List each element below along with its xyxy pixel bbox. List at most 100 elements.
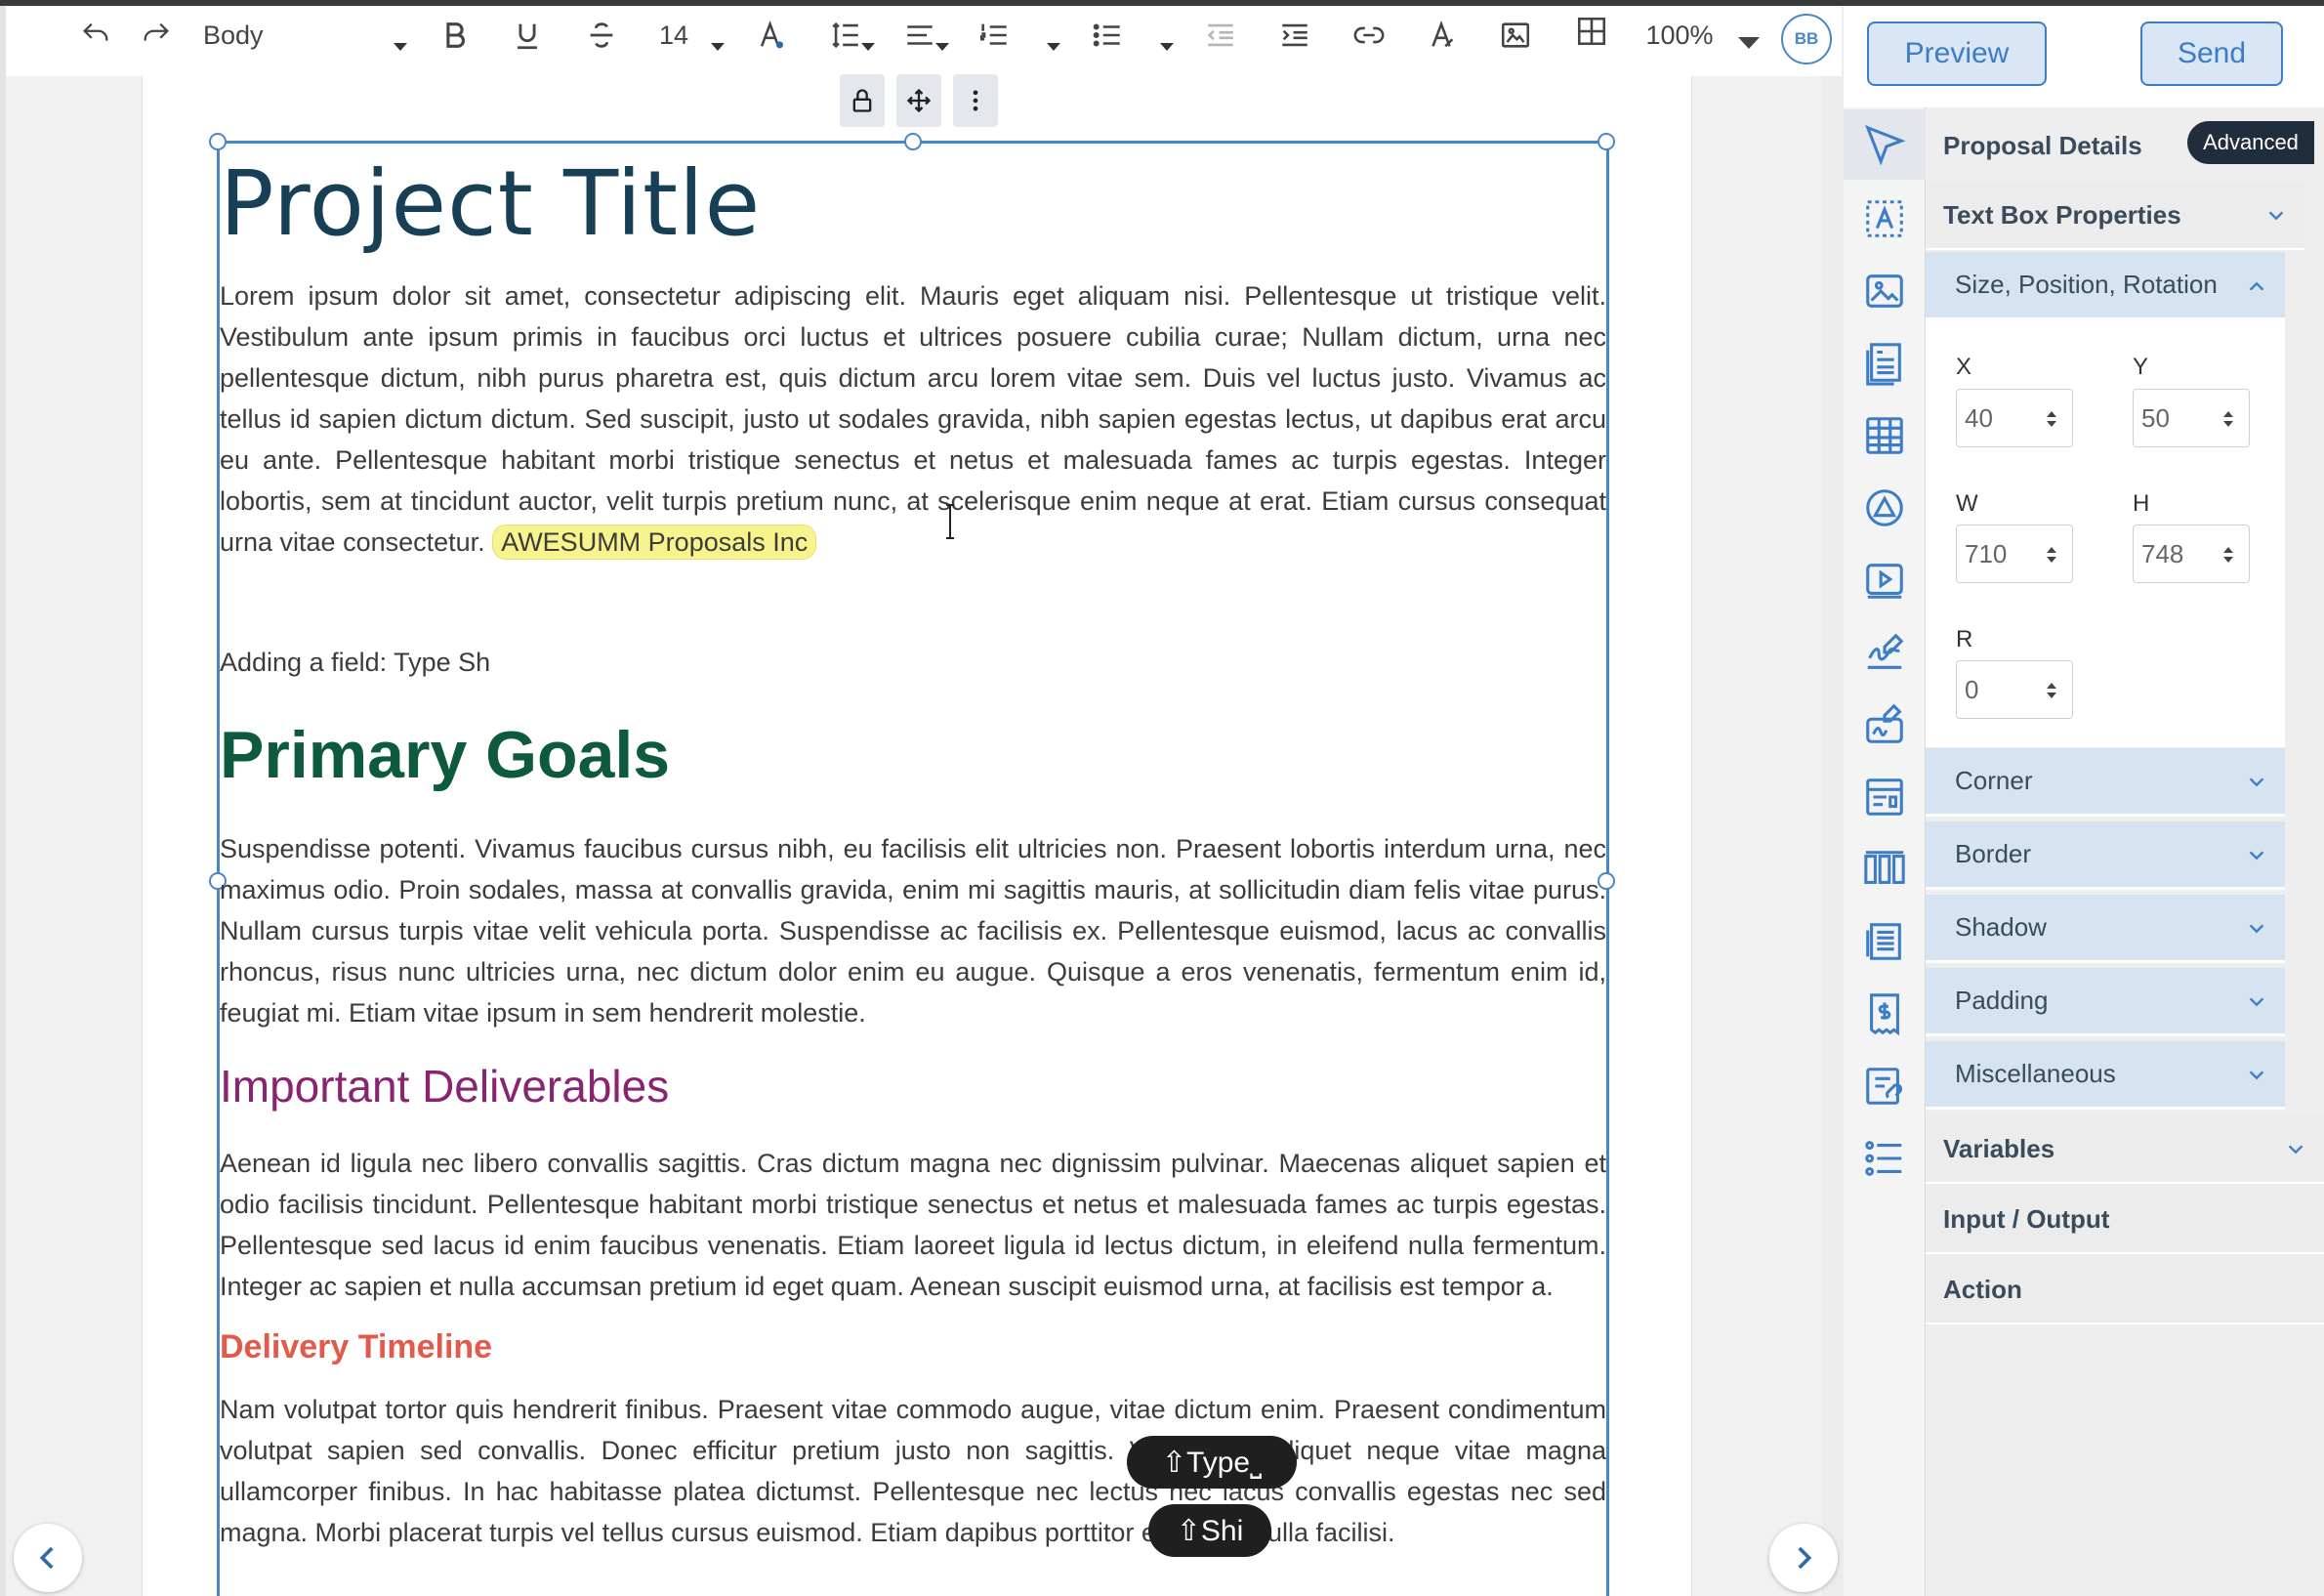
numbered-list-button[interactable] <box>973 14 1016 57</box>
proposal-details-row[interactable]: Proposal Details <box>1926 111 2170 180</box>
w-value: 710 <box>1965 538 2008 568</box>
image-icon <box>1501 22 1530 48</box>
table-icon <box>1577 17 1606 46</box>
toc-tool[interactable] <box>1844 906 1926 977</box>
w-input[interactable]: 710 <box>1956 525 2073 583</box>
r-value: 0 <box>1965 674 1979 704</box>
select-tool[interactable] <box>1844 109 1926 180</box>
font-size-select[interactable]: 14 <box>652 14 695 57</box>
move-button[interactable] <box>896 74 941 127</box>
input-output-row[interactable]: Input / Output <box>1926 1186 2324 1254</box>
size-position-rotation-row[interactable]: Size, Position, Rotation <box>1926 252 2285 320</box>
initials-tool[interactable] <box>1844 690 1926 760</box>
clear-format-icon <box>1432 21 1454 48</box>
adding-field-line[interactable]: Adding a field: Type Sh <box>220 642 1606 683</box>
link-button[interactable] <box>1348 14 1390 57</box>
video-icon <box>1866 564 1903 599</box>
invoice-tool[interactable] <box>1844 979 1926 1049</box>
miscellaneous-row[interactable]: Miscellaneous <box>1926 1041 2285 1110</box>
chevron-right-icon <box>1798 1546 1812 1570</box>
send-button[interactable]: Send <box>2140 21 2283 86</box>
redo-button[interactable] <box>135 14 178 57</box>
zoom-select[interactable]: 100% <box>1640 14 1719 57</box>
strikethrough-button[interactable] <box>582 14 621 57</box>
lock-button[interactable] <box>840 74 885 127</box>
insert-image-button[interactable] <box>1494 14 1537 57</box>
project-title[interactable]: Project Title <box>220 147 1606 262</box>
primary-goals-paragraph[interactable]: Suspendisse potenti. Vivamus faucibus cu… <box>220 828 1606 1033</box>
image-block-tool[interactable] <box>1844 256 1926 326</box>
variables-label: Variables <box>1943 1133 2055 1163</box>
x-value: 40 <box>1965 402 1993 433</box>
list-block-tool[interactable] <box>1844 1123 1926 1194</box>
stepper-icon[interactable] <box>2045 407 2058 431</box>
video-tool[interactable] <box>1844 545 1926 615</box>
chevron-down-icon[interactable] <box>711 43 725 51</box>
stepper-icon[interactable] <box>2221 407 2235 431</box>
bold-button[interactable] <box>436 14 475 57</box>
variables-row[interactable]: Variables <box>1926 1115 2324 1184</box>
previous-page-button[interactable] <box>14 1524 82 1592</box>
attachment-tool[interactable] <box>1844 1051 1926 1121</box>
preview-button[interactable]: Preview <box>1867 21 2047 86</box>
timeline-heading[interactable]: Delivery Timeline <box>220 1323 1606 1371</box>
lock-icon <box>852 89 872 112</box>
company-name-field[interactable]: AWESUMM Proposals Inc <box>492 525 817 560</box>
text-color-button[interactable] <box>752 14 791 57</box>
stepper-icon[interactable] <box>2045 543 2058 567</box>
clear-format-button[interactable] <box>1420 14 1463 57</box>
paragraph-style-select[interactable]: Body <box>203 14 398 57</box>
text-box-tool[interactable] <box>1844 184 1926 254</box>
align-icon <box>907 25 933 45</box>
outdent-button[interactable] <box>1199 14 1242 57</box>
shadow-row[interactable]: Shadow <box>1926 895 2285 963</box>
table-block-icon <box>1866 417 1903 454</box>
underline-button[interactable] <box>508 14 547 57</box>
stepper-icon[interactable] <box>2045 679 2058 702</box>
y-input[interactable]: 50 <box>2133 389 2250 447</box>
text-box-properties-row[interactable]: Text Box Properties <box>1926 182 2304 250</box>
form-tool[interactable] <box>1844 762 1926 832</box>
attachment-icon <box>1866 1068 1903 1105</box>
editor-scroll-gutter <box>1822 6 1844 1596</box>
chevron-down-icon[interactable] <box>1738 37 1760 49</box>
chevron-down-icon[interactable] <box>1160 43 1174 51</box>
timeline-paragraph[interactable]: Nam volutpat tortor quis hendrerit finib… <box>220 1389 1606 1553</box>
advanced-toggle[interactable]: Advanced <box>2187 121 2314 164</box>
primary-goals-heading[interactable]: Primary Goals <box>220 711 1606 799</box>
chevron-down-icon[interactable] <box>935 43 949 51</box>
signature-tool[interactable] <box>1844 617 1926 688</box>
pricing-table-tool[interactable] <box>1844 328 1926 399</box>
indent-button[interactable] <box>1273 14 1316 57</box>
form-icon <box>1866 778 1903 816</box>
chevron-down-icon[interactable] <box>394 43 407 51</box>
table-block-tool[interactable] <box>1844 400 1926 471</box>
bullet-list-button[interactable] <box>1086 14 1129 57</box>
x-input[interactable]: 40 <box>1956 389 2073 447</box>
signature-icon <box>1867 633 1904 669</box>
deliverables-heading[interactable]: Important Deliverables <box>220 1055 1606 1117</box>
border-row[interactable]: Border <box>1926 821 2285 890</box>
stepper-icon[interactable] <box>2221 543 2235 567</box>
padding-row[interactable]: Padding <box>1926 968 2285 1036</box>
more-options-button[interactable] <box>953 74 998 127</box>
undo-button[interactable] <box>74 14 117 57</box>
shape-tool[interactable] <box>1844 473 1926 543</box>
h-input[interactable]: 748 <box>2133 525 2250 583</box>
chevron-down-icon[interactable] <box>1047 43 1060 51</box>
action-row[interactable]: Action <box>1926 1256 2324 1324</box>
link-icon <box>1353 26 1385 44</box>
toc-icon <box>1866 923 1901 960</box>
insert-table-button[interactable] <box>1570 10 1613 53</box>
columns-tool[interactable] <box>1844 834 1926 904</box>
r-input[interactable]: 0 <box>1956 660 2073 719</box>
chevron-down-icon <box>2268 211 2284 221</box>
corner-row[interactable]: Corner <box>1926 748 2285 817</box>
avatar[interactable]: BB <box>1781 14 1832 64</box>
chevron-down-icon[interactable] <box>861 43 875 51</box>
intro-paragraph[interactable]: Lorem ipsum dolor sit amet, consectetur … <box>220 275 1606 563</box>
text-color-icon <box>760 21 784 49</box>
next-page-button[interactable] <box>1769 1524 1838 1592</box>
shape-icon <box>1866 489 1903 526</box>
deliverables-paragraph[interactable]: Aenean id ligula nec libero convallis sa… <box>220 1143 1606 1307</box>
